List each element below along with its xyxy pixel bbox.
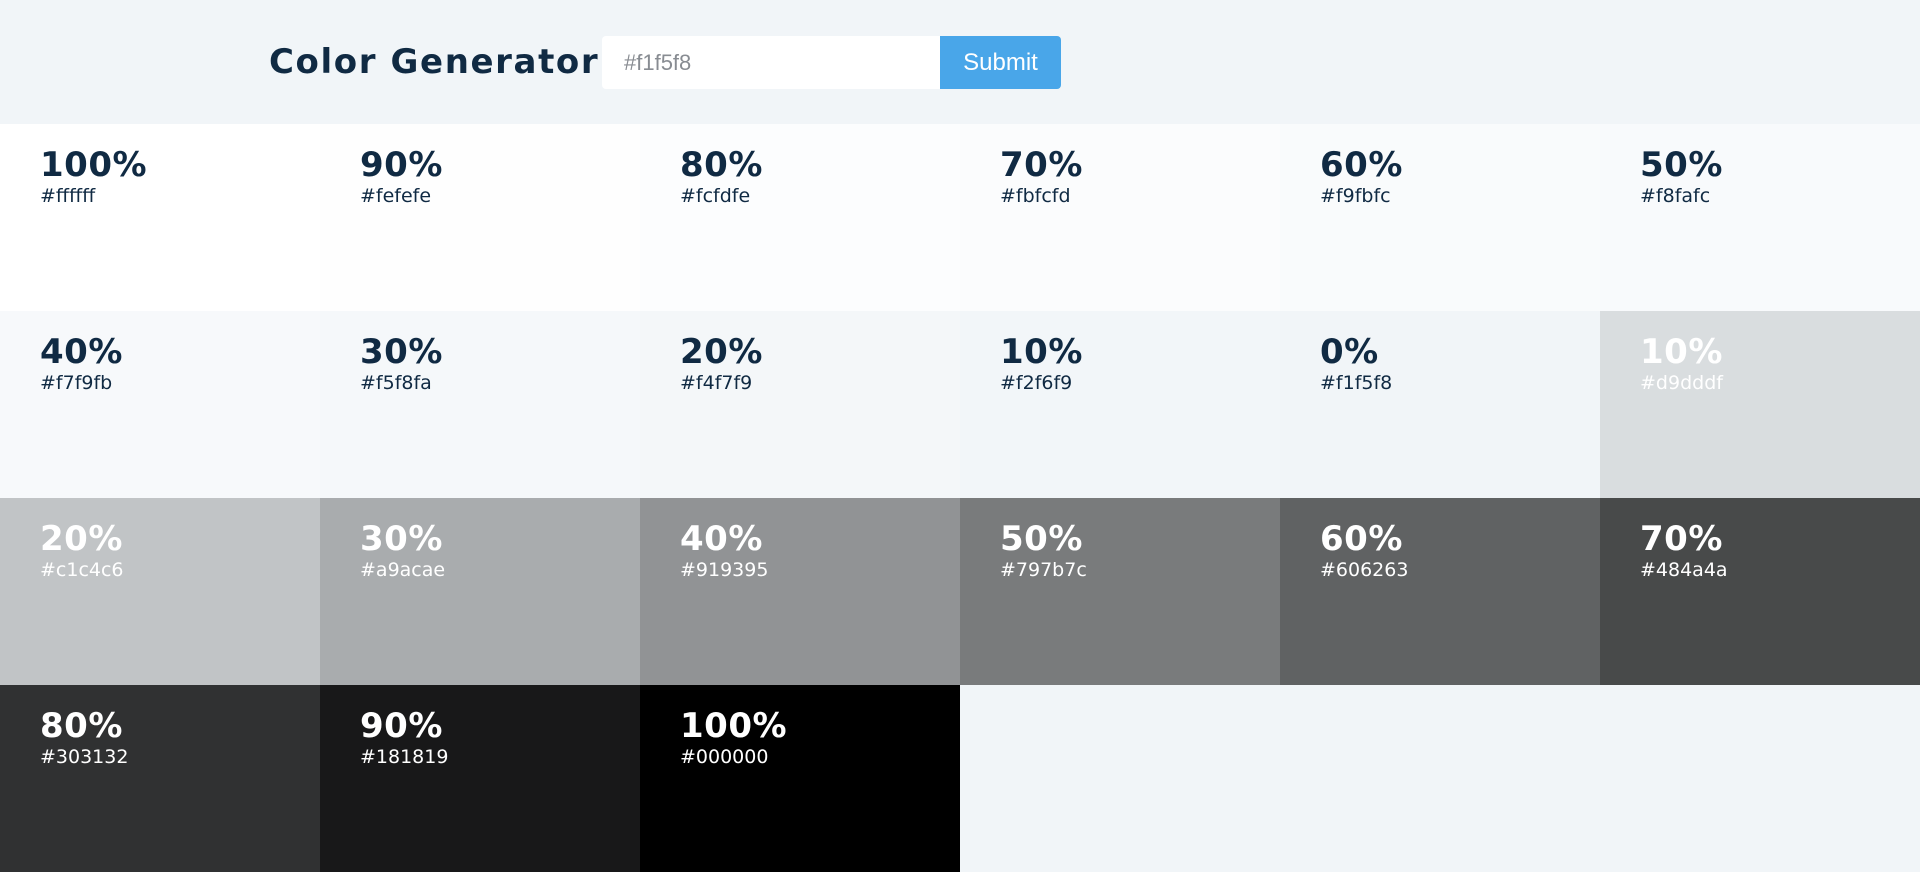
tile-hex: #181819: [360, 746, 449, 768]
color-tile[interactable]: 80% #fcfdfe: [640, 124, 960, 311]
color-tile[interactable]: 0% #f1f5f8: [1280, 311, 1600, 498]
tile-percent: 90%: [360, 706, 443, 746]
tile-percent: 70%: [1640, 519, 1723, 559]
tile-percent: 40%: [40, 332, 123, 372]
color-tile[interactable]: 50% #f8fafc: [1600, 124, 1920, 311]
tile-hex: #f9fbfc: [1320, 185, 1391, 207]
tile-percent: 60%: [1320, 519, 1403, 559]
submit-button[interactable]: Submit: [940, 36, 1061, 89]
tile-percent: 80%: [40, 706, 123, 746]
tile-percent: 70%: [1000, 145, 1083, 185]
tile-percent: 100%: [680, 706, 788, 746]
tile-hex: #797b7c: [1000, 559, 1087, 581]
tile-hex: #f7f9fb: [40, 372, 113, 394]
tile-percent: 40%: [680, 519, 763, 559]
tile-hex: #f5f8fa: [360, 372, 432, 394]
color-tile[interactable]: 60% #f9fbfc: [1280, 124, 1600, 311]
tile-percent: 80%: [680, 145, 763, 185]
tile-percent: 50%: [1000, 519, 1083, 559]
tile-percent: 30%: [360, 332, 443, 372]
color-tile[interactable]: 70% #fbfcfd: [960, 124, 1280, 311]
color-tile[interactable]: 10% #f2f6f9: [960, 311, 1280, 498]
tile-hex: #d9dddf: [1640, 372, 1723, 394]
color-tile[interactable]: 30% #f5f8fa: [320, 311, 640, 498]
color-tile[interactable]: 50% #797b7c: [960, 498, 1280, 685]
color-tile[interactable]: 90% #fefefe: [320, 124, 640, 311]
tile-hex: #f8fafc: [1640, 185, 1711, 207]
tile-percent: 20%: [680, 332, 763, 372]
color-tile[interactable]: 100% #ffffff: [0, 124, 320, 311]
tile-hex: #fbfcfd: [1000, 185, 1071, 207]
color-tile[interactable]: 80% #303132: [0, 685, 320, 872]
tile-hex: #c1c4c6: [40, 559, 124, 581]
color-input[interactable]: [602, 36, 940, 89]
color-tile[interactable]: 20% #c1c4c6: [0, 498, 320, 685]
tile-hex: #f1f5f8: [1320, 372, 1393, 394]
color-tile[interactable]: 10% #d9dddf: [1600, 311, 1920, 498]
tile-hex: #000000: [680, 746, 769, 768]
tile-percent: 20%: [40, 519, 123, 559]
tile-percent: 100%: [40, 145, 148, 185]
color-tile[interactable]: 20% #f4f7f9: [640, 311, 960, 498]
tile-hex: #a9acae: [360, 559, 446, 581]
tile-hex: #919395: [680, 559, 769, 581]
color-tile[interactable]: 30% #a9acae: [320, 498, 640, 685]
tile-hex: #f2f6f9: [1000, 372, 1073, 394]
page-title: Color Generator: [269, 42, 600, 82]
tile-hex: #ffffff: [40, 185, 96, 207]
tile-hex: #606263: [1320, 559, 1409, 581]
color-grid: 100% #ffffff 90% #fefefe 80% #fcfdfe 70% #fbfcf…: [0, 124, 1920, 872]
tile-hex: #303132: [40, 746, 129, 768]
color-tile[interactable]: 60% #606263: [1280, 498, 1600, 685]
color-tile[interactable]: 40% #919395: [640, 498, 960, 685]
header: Color Generator Submit: [0, 0, 1920, 124]
tile-percent: 50%: [1640, 145, 1723, 185]
tile-percent: 60%: [1320, 145, 1403, 185]
tile-hex: #484a4a: [1640, 559, 1728, 581]
tile-hex: #f4f7f9: [680, 372, 753, 394]
tile-hex: #fefefe: [360, 185, 432, 207]
tile-percent: 10%: [1000, 332, 1083, 372]
tile-percent: 90%: [360, 145, 443, 185]
color-form: Submit: [602, 36, 1061, 89]
tile-percent: 30%: [360, 519, 443, 559]
color-tile[interactable]: 70% #484a4a: [1600, 498, 1920, 685]
color-tile[interactable]: 100% #000000: [640, 685, 960, 872]
tile-percent: 0%: [1320, 332, 1379, 372]
color-tile[interactable]: 90% #181819: [320, 685, 640, 872]
tile-hex: #fcfdfe: [680, 185, 751, 207]
color-tile[interactable]: 40% #f7f9fb: [0, 311, 320, 498]
tile-percent: 10%: [1640, 332, 1723, 372]
